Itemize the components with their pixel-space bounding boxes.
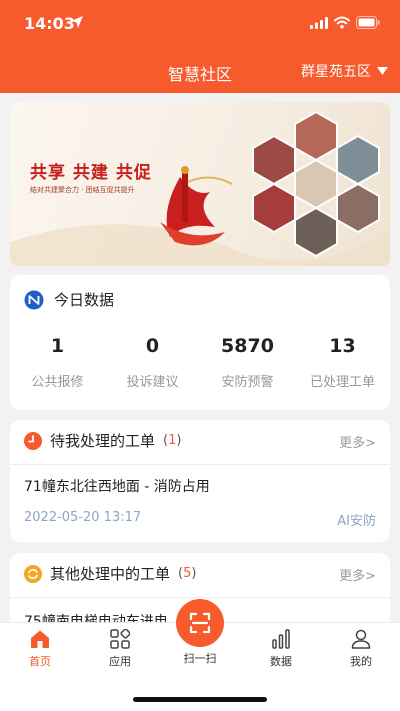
battery-icon (356, 16, 380, 29)
app-header: 14:03 智慧社区 群星苑五区 (0, 0, 400, 93)
apps-grid-icon (110, 629, 130, 649)
banner-photo-hexagons (252, 110, 380, 258)
divider (10, 597, 390, 598)
divider (10, 464, 390, 465)
banner-title: 共享 共建 共促 (30, 163, 152, 183)
other-more-link[interactable]: 更多> (339, 565, 376, 584)
other-orders-title: 其他处理中的工单 (50, 565, 171, 583)
stat-complaints[interactable]: 0 投诉建议 (105, 335, 200, 390)
pending-orders-card: 待我处理的工单 (1) 更多> 71幢东北往西地面 - 消防占用 2022-05… (10, 420, 390, 542)
stat-value: 0 (145, 335, 160, 357)
other-count: 5 (183, 566, 192, 581)
stat-value: 13 (329, 335, 356, 357)
tab-label: 应用 (109, 655, 131, 668)
location-arrow-icon (71, 16, 83, 28)
tab-label: 首页 (29, 655, 51, 668)
tab-data[interactable]: 数据 (246, 629, 316, 669)
order-tag: AI安防 (337, 514, 376, 529)
banner[interactable]: 共享 共建 共促 结对共建聚合力 · 团结互促共提升 (10, 102, 390, 266)
scan-icon (189, 612, 211, 634)
pending-count: 1 (168, 433, 177, 448)
banner-subtitle: 结对共建聚合力 · 团结互促共提升 (30, 186, 135, 194)
tab-label: 数据 (270, 655, 292, 668)
stat-processed-orders[interactable]: 13 已处理工单 (295, 335, 390, 390)
tab-label: 我的 (350, 655, 372, 668)
stat-label: 投诉建议 (126, 375, 179, 390)
home-icon (31, 630, 49, 648)
today-data-title: 今日数据 (54, 291, 115, 309)
status-bar: 14:03 (0, 0, 400, 48)
scan-label[interactable]: 扫一扫 (170, 650, 230, 666)
order-title: 71幢东北往西地面 - 消防占用 (24, 479, 210, 495)
wifi-icon (334, 16, 350, 29)
today-stats: 1 公共报修 0 投诉建议 5870 安防预警 13 已处理工单 (10, 335, 390, 390)
user-icon (351, 629, 371, 649)
community-name: 群星苑五区 (301, 64, 371, 80)
tab-home[interactable]: 首页 (5, 629, 75, 669)
stat-label: 公共报修 (31, 375, 84, 390)
community-selector[interactable]: 群星苑五区 (301, 61, 388, 81)
clock-icon (24, 431, 42, 450)
order-time: 2022-05-20 13:17 (24, 510, 142, 525)
other-orders-header: 其他处理中的工单 (5) (24, 563, 196, 584)
signal-icon (310, 17, 328, 29)
pending-orders-title: 待我处理的工单 (50, 432, 156, 450)
today-data-card: 今日数据 1 公共报修 0 投诉建议 5870 安防预警 13 已处理工单 (10, 275, 390, 410)
pending-orders-header: 待我处理的工单 (1) (24, 430, 181, 451)
data-logo-icon (24, 290, 44, 309)
stat-security-alerts[interactable]: 5870 安防预警 (200, 335, 295, 390)
tab-apps[interactable]: 应用 (85, 629, 155, 669)
today-data-header: 今日数据 (24, 289, 114, 310)
bar-chart-icon (272, 629, 290, 649)
stat-label: 安防预警 (221, 375, 274, 390)
pending-more-link[interactable]: 更多> (339, 432, 376, 451)
stat-value: 1 (50, 335, 65, 357)
stat-label: 已处理工单 (309, 375, 375, 390)
status-time: 14:03 (24, 14, 75, 33)
pending-count-wrap: (1) (163, 433, 182, 448)
scan-button[interactable] (176, 599, 224, 647)
refresh-icon (24, 564, 42, 583)
stat-public-repair[interactable]: 1 公共报修 (10, 335, 105, 390)
other-count-wrap: (5) (178, 566, 197, 581)
home-indicator (133, 697, 267, 702)
chevron-down-icon (377, 67, 388, 75)
stat-value: 5870 (221, 335, 274, 357)
tab-mine[interactable]: 我的 (326, 629, 396, 669)
